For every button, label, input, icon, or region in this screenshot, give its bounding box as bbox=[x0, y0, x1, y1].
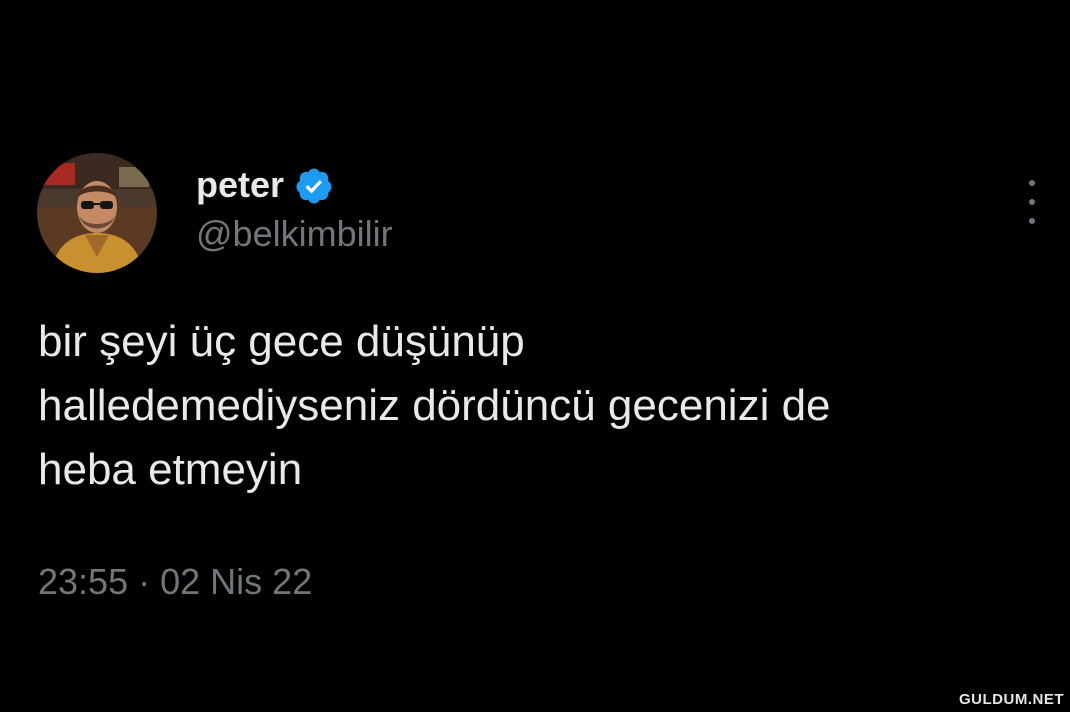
display-name[interactable]: peter bbox=[196, 167, 284, 203]
user-handle[interactable]: @belkimbilir bbox=[196, 216, 393, 252]
more-dot bbox=[1029, 218, 1035, 224]
tweet-text: bir şeyi üç gece düşünüp halledemediysen… bbox=[38, 317, 831, 494]
more-dot bbox=[1029, 199, 1035, 205]
avatar[interactable] bbox=[37, 153, 157, 273]
avatar-image bbox=[37, 153, 157, 273]
more-options-icon[interactable] bbox=[1019, 180, 1045, 224]
tweet-date: 02 Nis 22 bbox=[160, 561, 313, 602]
verified-badge-icon bbox=[294, 166, 334, 206]
tweet-time: 23:55 bbox=[38, 561, 129, 602]
timestamp-separator: · bbox=[138, 561, 151, 602]
timestamp-link[interactable]: 23:55 · 02 Nis 22 bbox=[38, 561, 312, 602]
tweet-timestamp: 23:55 · 02 Nis 22 bbox=[38, 560, 312, 604]
watermark: GULDUM.NET bbox=[959, 691, 1064, 708]
tweet-card: peter @belkimbilir bir şeyi üç gece düşü… bbox=[0, 0, 1070, 712]
more-dot bbox=[1029, 180, 1035, 186]
author-row: peter bbox=[196, 160, 334, 210]
